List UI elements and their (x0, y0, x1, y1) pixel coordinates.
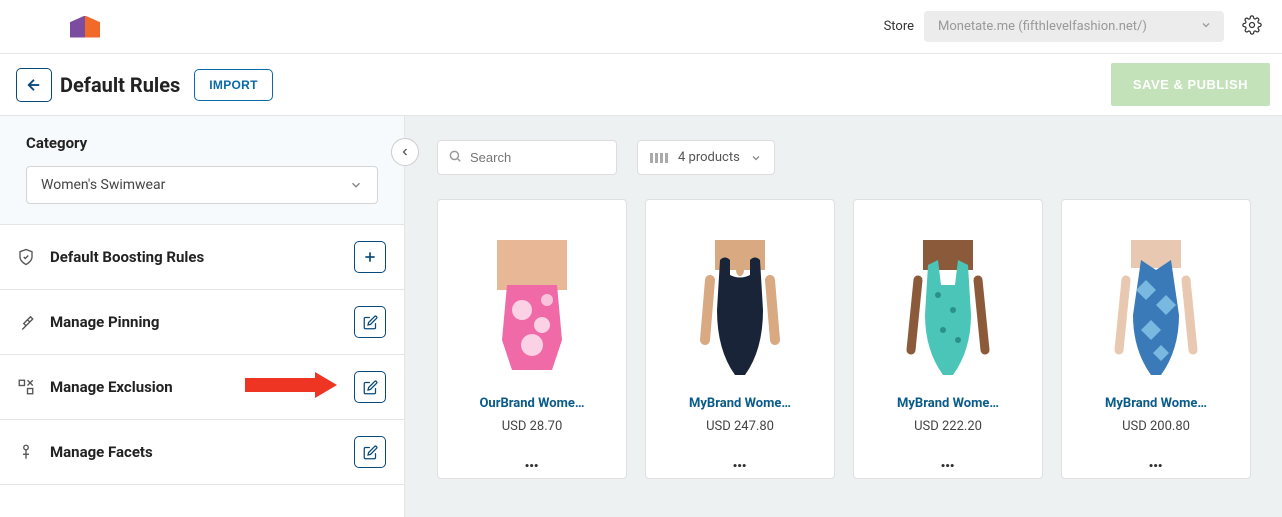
product-name: OurBrand Wome… (438, 396, 626, 411)
rule-label: Default Boosting Rules (50, 248, 354, 266)
rule-label: Manage Pinning (50, 313, 354, 331)
product-price: USD 28.70 (502, 419, 563, 434)
pin-icon (14, 313, 38, 331)
search-input-wrapper[interactable] (437, 140, 617, 175)
rule-label: Manage Exclusion (50, 378, 354, 396)
product-menu-button[interactable]: … (524, 456, 540, 464)
edit-facets-button[interactable] (354, 436, 386, 468)
product-price: USD 222.20 (914, 419, 982, 434)
product-card[interactable]: MyBrand Wome… USD 222.20 … (853, 199, 1043, 479)
settings-gear-icon[interactable] (1242, 15, 1262, 39)
category-select[interactable]: Women's Swimwear (26, 166, 378, 204)
rule-label: Manage Facets (50, 443, 354, 461)
product-price: USD 200.80 (1122, 419, 1190, 434)
search-icon (448, 148, 462, 167)
rule-row-boosting: Default Boosting Rules (0, 225, 404, 290)
rule-row-pinning: Manage Pinning (0, 290, 404, 355)
product-menu-button[interactable]: … (732, 456, 748, 464)
product-name: MyBrand Wome… (854, 396, 1042, 411)
add-boosting-rule-button[interactable] (354, 241, 386, 273)
category-heading: Category (26, 134, 378, 152)
page-title: Default Rules (60, 73, 180, 97)
product-price: USD 247.80 (706, 419, 774, 434)
edit-exclusion-button[interactable] (354, 371, 386, 403)
chevron-down-icon (349, 178, 363, 192)
import-button[interactable]: IMPORT (194, 69, 272, 101)
exclusion-icon (14, 378, 38, 396)
product-card[interactable]: MyBrand Wome… USD 200.80 … (1061, 199, 1251, 479)
rule-row-exclusion: Manage Exclusion (0, 355, 404, 420)
sidebar: Category Women's Swimwear Default Boosti… (0, 116, 405, 517)
back-button[interactable] (16, 68, 52, 102)
collapse-sidebar-button[interactable] (391, 138, 419, 166)
category-value: Women's Swimwear (41, 177, 165, 193)
product-menu-button[interactable]: … (940, 456, 956, 464)
grid-view-icon (650, 153, 668, 163)
product-image (1062, 200, 1250, 380)
chevron-down-icon (1200, 19, 1212, 35)
rule-row-facets: Manage Facets (0, 420, 404, 485)
products-count-select[interactable]: 4 products (637, 140, 775, 175)
product-menu-button[interactable]: … (1148, 456, 1164, 464)
logo (70, 16, 100, 38)
save-publish-button[interactable]: SAVE & PUBLISH (1111, 63, 1270, 106)
search-input[interactable] (470, 150, 606, 165)
edit-pinning-button[interactable] (354, 306, 386, 338)
chevron-down-icon (750, 152, 762, 164)
product-card[interactable]: OurBrand Wome… USD 28.70 … (437, 199, 627, 479)
facets-icon (14, 443, 38, 461)
product-name: MyBrand Wome… (646, 396, 834, 411)
product-name: MyBrand Wome… (1062, 396, 1250, 411)
product-image (646, 200, 834, 380)
store-select[interactable]: Monetate.me (fifthlevelfashion.net/) (924, 11, 1224, 42)
shield-check-icon (14, 248, 38, 266)
store-label: Store (884, 19, 914, 34)
product-card[interactable]: MyBrand Wome… USD 247.80 … (645, 199, 835, 479)
product-image (438, 200, 626, 380)
product-image (854, 200, 1042, 380)
content-panel: 4 products OurBrand Wome… (405, 116, 1282, 517)
store-value: Monetate.me (fifthlevelfashion.net/) (938, 19, 1147, 34)
products-count-label: 4 products (678, 150, 740, 165)
